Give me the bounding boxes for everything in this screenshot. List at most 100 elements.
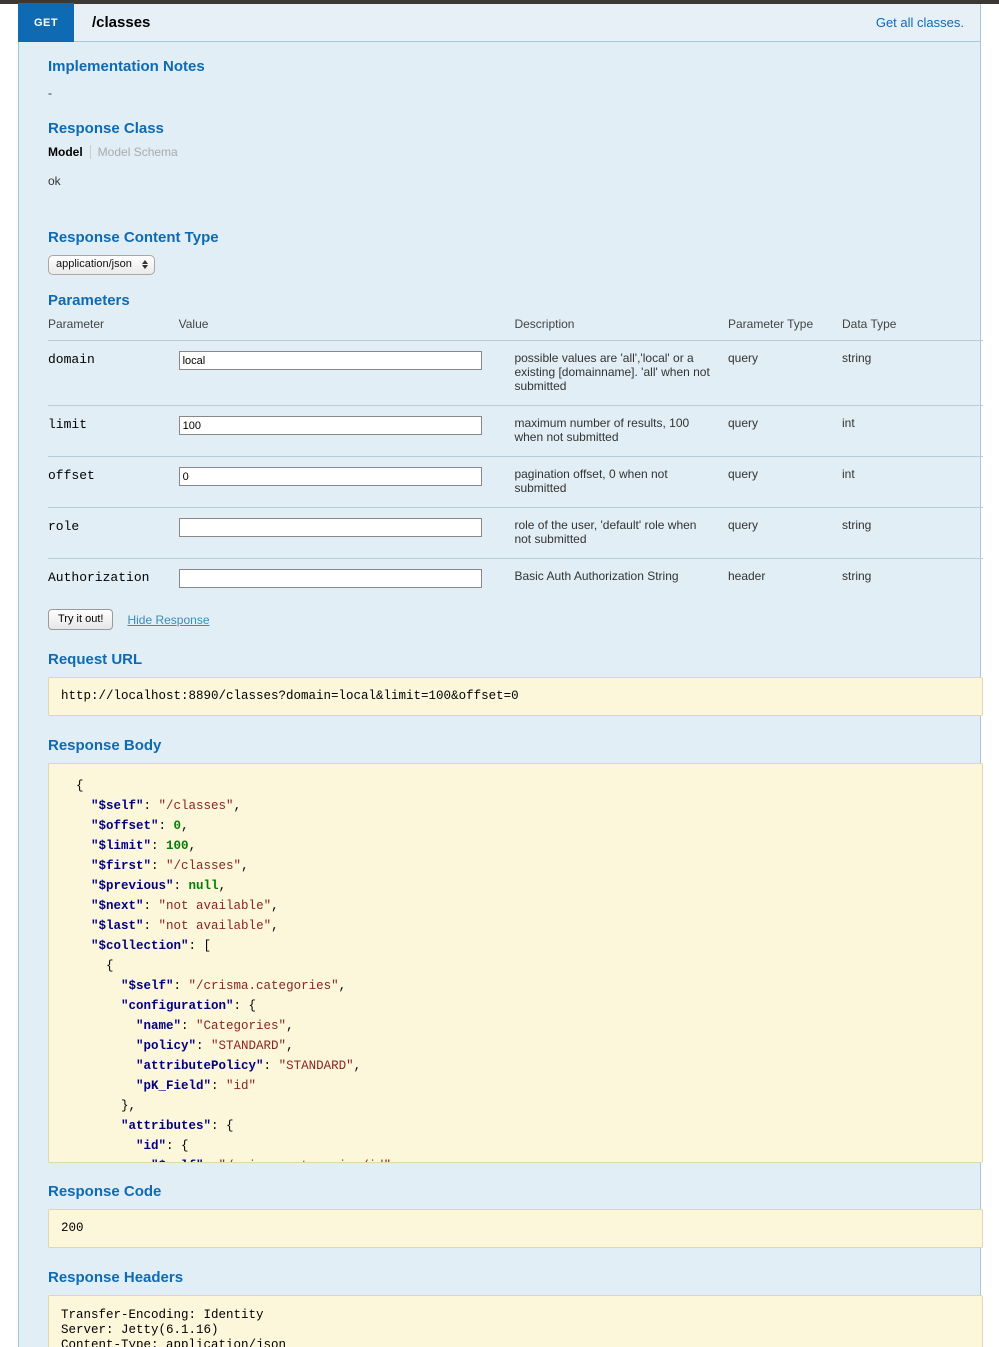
json-token-null: null (188, 879, 219, 893)
json-token-punc: : (211, 1079, 227, 1093)
json-token-punc (61, 1059, 136, 1073)
json-token-punc: : (181, 1019, 197, 1033)
operation-path[interactable]: /classes (74, 4, 150, 41)
json-token-str: "/classes" (158, 799, 234, 813)
response-class-heading: Response Class (48, 120, 164, 137)
json-line: "$collection": [ (61, 936, 970, 956)
json-token-punc: : (173, 879, 189, 893)
try-it-out-button[interactable]: Try it out! (48, 609, 114, 630)
heading-spacer (150, 4, 875, 41)
updown-arrows-icon (141, 260, 148, 269)
col-value: Value (178, 317, 515, 341)
param-value-cell (178, 507, 515, 559)
json-token-punc (61, 999, 121, 1013)
response-class-section: Response Class Model Model Schema ok (19, 100, 980, 188)
json-token-punc: : (158, 819, 174, 833)
response-content-type-section: Response Content Type application/json (19, 188, 980, 275)
json-token-punc: , (241, 859, 249, 873)
json-token-punc: , (286, 1019, 294, 1033)
param-value-cell (178, 559, 515, 601)
json-token-str: "STANDARD" (211, 1039, 287, 1053)
http-method-badge[interactable]: GET (18, 3, 74, 42)
json-token-punc: , (338, 979, 347, 993)
json-token-key: "$limit" (91, 839, 152, 853)
json-token-key: "$next" (91, 899, 144, 913)
json-line: "id": { (61, 1136, 970, 1156)
param-name: role (48, 507, 179, 559)
json-token-punc: : (151, 839, 167, 853)
json-token-punc (61, 1019, 136, 1033)
param-input-limit[interactable] (178, 416, 482, 435)
response-content-type-heading: Response Content Type (48, 229, 219, 246)
table-row: domain possible values are 'all','local'… (48, 340, 983, 406)
json-token-punc: , (233, 799, 242, 813)
param-input-domain[interactable] (178, 351, 482, 370)
json-token-key: "policy" (136, 1039, 197, 1053)
json-line: { (61, 776, 970, 796)
response-content-type-value: application/json (56, 258, 132, 270)
json-token-punc: : { (233, 999, 257, 1013)
json-token-key: "name" (136, 1019, 182, 1033)
json-token-punc: , (271, 899, 279, 913)
implementation-notes-text: - (48, 86, 52, 100)
response-class-body: ok (48, 174, 61, 188)
param-type: query (727, 507, 842, 559)
parameters-table: Parameter Value Description Parameter Ty… (48, 317, 983, 600)
implementation-notes-section: Implementation Notes - (19, 42, 980, 100)
json-token-punc: }, (61, 1099, 137, 1113)
param-type: query (727, 340, 842, 406)
json-token-punc (61, 899, 91, 913)
tab-model[interactable]: Model (48, 145, 91, 159)
json-token-punc: : [ (188, 939, 212, 953)
operation-heading[interactable]: GET /classes Get all classes. (18, 3, 980, 42)
response-headers-heading: Response Headers (48, 1269, 184, 1286)
json-token-punc (61, 839, 91, 853)
json-token-str: "id" (226, 1079, 257, 1093)
param-input-authorization[interactable] (178, 569, 482, 588)
param-type: header (727, 569, 766, 583)
table-row: offset pagination offset, 0 when not sub… (48, 456, 983, 508)
json-token-punc (61, 979, 121, 993)
json-line: "$self": "/crisma.categories", (61, 976, 970, 996)
tab-model-schema[interactable]: Model Schema (91, 145, 178, 159)
col-description: Description (514, 317, 728, 341)
json-line: "$next": "not available", (61, 896, 970, 916)
operation-actions: Try it out! Hide Response (19, 600, 980, 630)
json-token-punc: : (173, 979, 189, 993)
param-data-type: string (842, 507, 983, 559)
param-description: Basic Auth Authorization String (514, 569, 679, 583)
json-token-punc: : { (211, 1119, 234, 1133)
json-token-punc: { (61, 779, 84, 793)
param-description: possible values are 'all','local' or a e… (514, 340, 728, 406)
operation-summary-link[interactable]: Get all classes. (876, 4, 980, 41)
json-token-punc: { (61, 959, 114, 973)
json-token-punc: : (143, 919, 159, 933)
param-description: pagination offset, 0 when not submitted (514, 456, 728, 508)
json-token-punc: , (271, 919, 279, 933)
hide-response-link[interactable]: Hide Response (127, 613, 209, 627)
parameters-heading: Parameters (48, 292, 130, 309)
param-input-role[interactable] (178, 518, 482, 537)
json-token-punc (61, 1079, 136, 1093)
json-line: "attributePolicy": "STANDARD", (61, 1056, 970, 1076)
col-parameter-type: Parameter Type (727, 317, 842, 341)
json-token-punc: , (181, 819, 189, 833)
parameters-table-body: domain possible values are 'all','local'… (48, 340, 983, 601)
param-input-offset[interactable] (178, 467, 482, 486)
param-name: Authorization (48, 570, 150, 585)
param-value-cell (178, 340, 515, 406)
json-token-punc (61, 859, 91, 873)
request-url-heading: Request URL (48, 651, 143, 668)
json-token-punc (61, 879, 91, 893)
json-token-key: "pK_Field" (136, 1079, 212, 1093)
json-token-punc: : (151, 859, 167, 873)
param-data-type: string (842, 340, 983, 406)
response-content-type-select[interactable]: application/json (48, 255, 155, 275)
col-data-type: Data Type (842, 317, 983, 341)
param-description: maximum number of results, 100 when not … (514, 405, 728, 457)
json-token-punc (61, 819, 91, 833)
json-token-punc: , (188, 839, 197, 853)
json-token-punc (61, 1119, 121, 1133)
param-data-type: int (842, 456, 983, 508)
model-tabs: Model Model Schema (48, 137, 951, 159)
